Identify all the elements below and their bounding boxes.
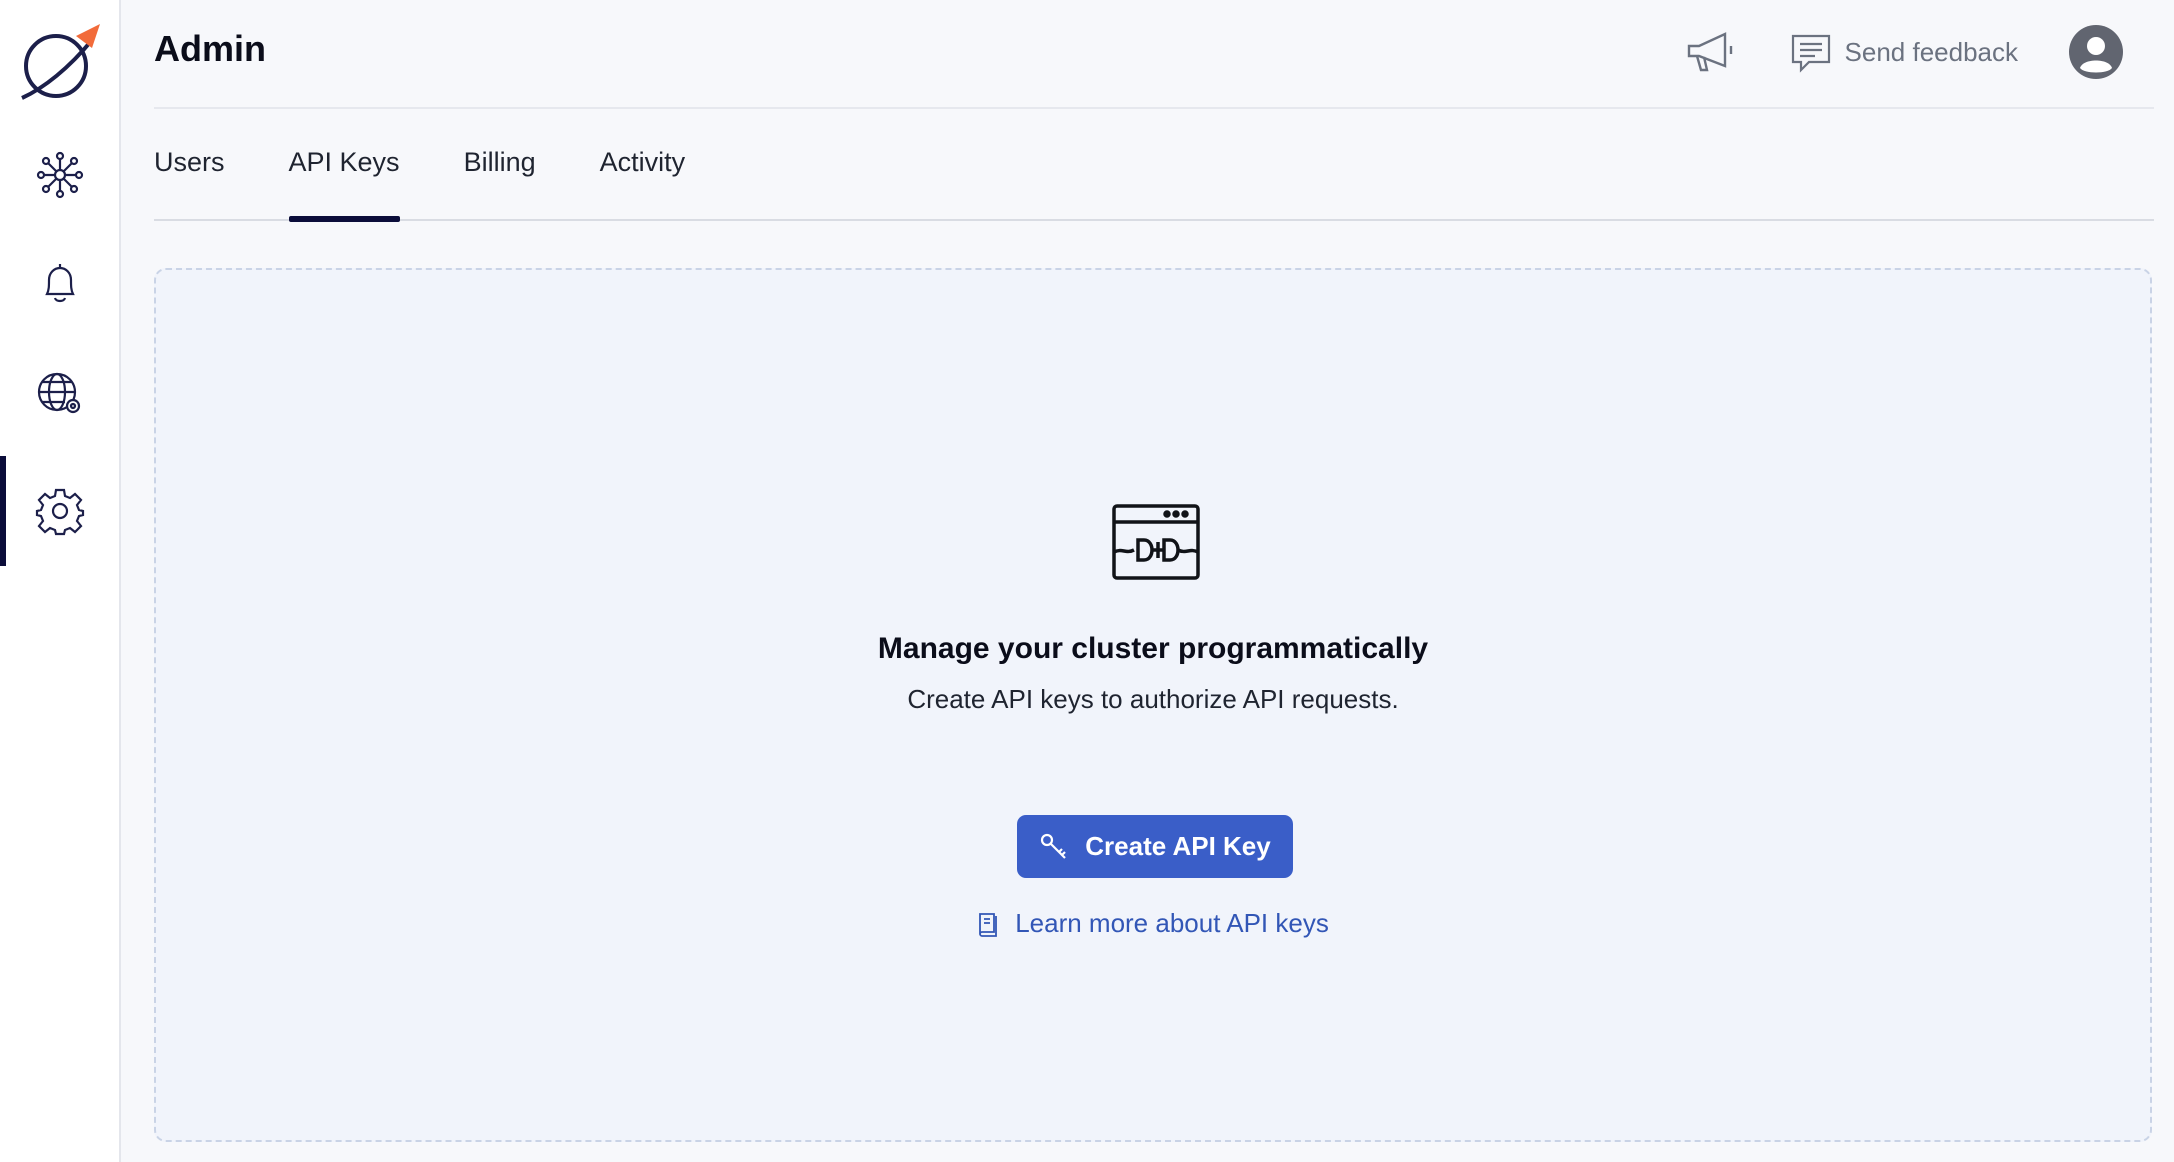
sidebar	[0, 0, 121, 1162]
nav-clusters[interactable]	[0, 120, 119, 230]
book-icon	[979, 912, 998, 937]
api-plug-icon	[1112, 504, 1200, 580]
page-header: Admin Send feedback	[154, 0, 2154, 109]
key-icon	[1041, 833, 1067, 859]
avatar[interactable]	[2068, 24, 2124, 80]
gear-icon	[35, 488, 84, 536]
chat-icon	[1791, 34, 1830, 73]
learn-more-link[interactable]: Learn more about API keys	[156, 908, 2150, 939]
create-api-key-button[interactable]: Create API Key	[1017, 815, 1293, 878]
empty-state-title: Manage your cluster programmatically	[877, 632, 1429, 665]
bell-icon	[44, 264, 75, 303]
header-actions: Send feedback	[1683, 20, 2154, 84]
create-api-key-label: Create API Key	[1085, 831, 1271, 861]
nav-networking[interactable]	[0, 340, 119, 450]
page-title: Admin	[154, 28, 266, 69]
tab-users[interactable]: Users	[154, 107, 225, 219]
nav-alerts[interactable]	[0, 228, 119, 338]
nav-settings[interactable]	[0, 456, 119, 566]
send-feedback-button[interactable]: Send feedback	[1789, 30, 2018, 74]
megaphone-icon[interactable]	[1683, 28, 1739, 76]
globe-settings-icon	[37, 372, 80, 414]
api-keys-empty-state: Manage your cluster programmatically Cre…	[154, 268, 2152, 1142]
tab-activity[interactable]: Activity	[600, 107, 686, 219]
network-icon	[36, 151, 83, 199]
send-feedback-label: Send feedback	[1844, 36, 2018, 67]
admin-tabs: Users API Keys Billing Activity	[154, 107, 2154, 222]
tab-api-keys[interactable]: API Keys	[288, 107, 400, 222]
learn-more-label: Learn more about API keys	[1015, 908, 1329, 938]
empty-state-description: Create API keys to authorize API request…	[907, 684, 1399, 714]
logo-icon[interactable]	[14, 18, 104, 108]
tab-billing[interactable]: Billing	[464, 107, 536, 219]
